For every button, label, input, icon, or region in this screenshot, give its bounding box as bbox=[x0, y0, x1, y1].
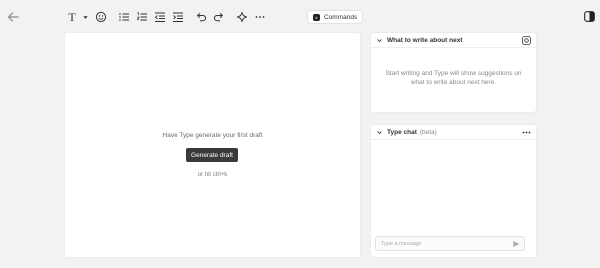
type-chat-title: Type chat bbox=[387, 128, 417, 136]
outdent-icon bbox=[154, 12, 165, 22]
indent-icon bbox=[173, 12, 183, 22]
redo-icon bbox=[213, 12, 224, 22]
draft-prompt-text: Have Type generate your first draft bbox=[162, 132, 263, 139]
shortcut-hint: or hit ctrl+k bbox=[197, 172, 228, 178]
text-style-label: T bbox=[68, 9, 76, 24]
commands-button[interactable]: k Commands bbox=[307, 10, 364, 24]
send-icon[interactable] bbox=[512, 240, 520, 248]
outdent-button[interactable] bbox=[152, 9, 168, 25]
suggestions-empty-text: Start writing and Type will show suggest… bbox=[385, 70, 522, 86]
sticker-icon bbox=[95, 11, 107, 23]
more-horizontal-icon[interactable] bbox=[522, 128, 531, 137]
chevron-down-icon[interactable] bbox=[82, 9, 89, 25]
numbered-list-icon bbox=[136, 11, 147, 21]
type-chat-header[interactable]: Type chat (beta) bbox=[371, 125, 536, 140]
what-to-write-panel: What to write about next Start writing a… bbox=[371, 33, 536, 112]
chat-message-input[interactable] bbox=[381, 240, 501, 247]
chevron-down-icon bbox=[377, 38, 382, 42]
editor-canvas[interactable]: Have Type generate your first draft Gene… bbox=[65, 33, 360, 257]
what-to-write-title: What to write about next bbox=[387, 36, 463, 44]
refresh-suggestions-icon[interactable] bbox=[522, 36, 531, 45]
text-style-button[interactable]: T bbox=[64, 9, 80, 25]
indent-button[interactable] bbox=[170, 9, 186, 25]
what-to-write-header[interactable]: What to write about next bbox=[371, 33, 536, 48]
numbered-list-button[interactable] bbox=[134, 9, 150, 25]
type-chat-panel: Type chat (beta) bbox=[371, 125, 536, 257]
more-horizontal-icon bbox=[255, 16, 265, 18]
sticker-button[interactable] bbox=[93, 9, 109, 25]
command-key-icon: k bbox=[313, 13, 320, 21]
generate-draft-button[interactable]: Generate draft bbox=[186, 148, 238, 162]
chat-message-box bbox=[375, 236, 525, 251]
chevron-down-icon bbox=[377, 130, 382, 134]
more-options-button[interactable] bbox=[252, 9, 268, 25]
beta-badge: (beta) bbox=[419, 128, 437, 136]
panel-toggle-icon[interactable] bbox=[584, 11, 595, 22]
back-arrow-icon[interactable] bbox=[6, 10, 20, 24]
bullet-list-icon bbox=[119, 13, 129, 21]
undo-icon bbox=[196, 12, 207, 22]
sparkle-icon bbox=[237, 12, 247, 22]
bullet-list-button[interactable] bbox=[116, 9, 132, 25]
ai-assist-button[interactable] bbox=[234, 9, 250, 25]
formatting-toolbar: T bbox=[64, 9, 270, 25]
commands-label: Commands bbox=[324, 13, 358, 21]
undo-button[interactable] bbox=[193, 9, 209, 25]
redo-button[interactable] bbox=[211, 9, 227, 25]
